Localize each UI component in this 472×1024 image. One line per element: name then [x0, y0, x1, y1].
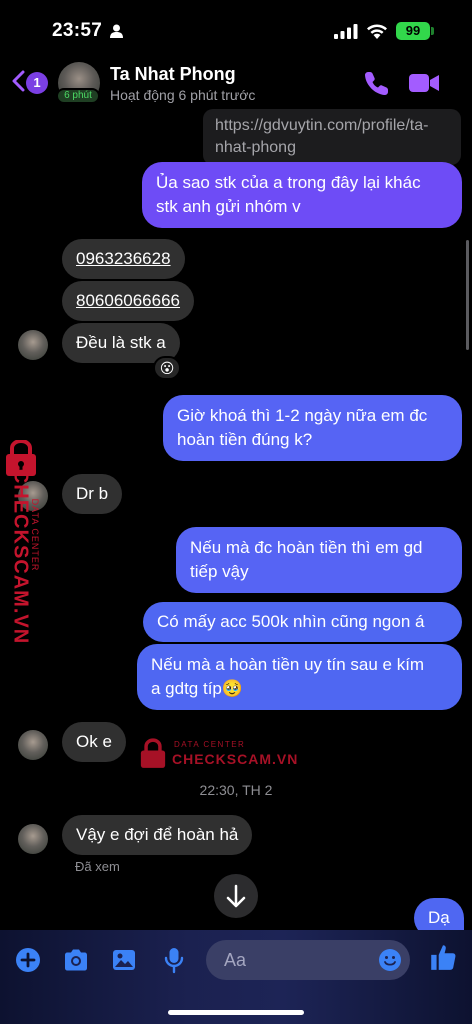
thumbs-up-icon[interactable]	[428, 942, 458, 972]
battery-indicator: 99	[396, 22, 430, 40]
link-line-1: https://gdvuytin.com/profile/ta-	[215, 117, 429, 134]
link-line-2: nhat-phong	[215, 139, 296, 156]
battery-tip	[431, 27, 434, 35]
sender-avatar[interactable]	[18, 730, 48, 760]
watermark-tagline-vertical: DATA CENTER	[30, 498, 40, 572]
message-text: hoàn tiền đúng k?	[177, 430, 313, 449]
message-text: Nếu mà a hoàn tiền uy tín sau e kím	[151, 655, 425, 674]
message-text: Giờ khoá thì 1-2 ngày nữa em đc	[177, 406, 428, 425]
seen-status: Đã xem	[75, 859, 120, 874]
contact-name[interactable]: Ta Nhat Phong	[110, 64, 236, 85]
scrollbar[interactable]	[466, 240, 469, 350]
phone-call-icon[interactable]	[364, 70, 390, 96]
scroll-to-bottom-button[interactable]	[214, 874, 258, 918]
active-time-pill: 6 phút	[56, 88, 100, 104]
watermark-center: DATA CENTER CHECKSCAM.VN	[140, 736, 300, 776]
incoming-message[interactable]: 80606066666	[62, 281, 195, 321]
outgoing-message[interactable]: Có mấy acc 500k nhìn cũng ngon á	[143, 602, 462, 642]
incoming-message[interactable]: 0963236628	[62, 239, 185, 279]
message-text: tiếp vậy	[190, 562, 249, 581]
watermark-tagline: DATA CENTER	[174, 740, 246, 749]
outgoing-message[interactable]: Nếu mà đc hoàn tiền thì em gd tiếp vậy	[176, 527, 462, 593]
status-time: 23:57	[52, 20, 103, 41]
incoming-message[interactable]: Ok e	[62, 722, 126, 762]
message-text: Ủa sao stk của a trong đây lại khác	[156, 173, 421, 192]
reaction-badge[interactable]: 😮	[153, 356, 181, 380]
message-text: Nếu mà đc hoàn tiền thì em gd	[190, 538, 423, 557]
chat-header: 1 6 phút Ta Nhat Phong Hoạt động 6 phút …	[0, 56, 472, 110]
message-composer	[0, 930, 472, 1024]
back-chevron-icon[interactable]	[10, 70, 26, 92]
home-indicator	[168, 1010, 304, 1015]
video-call-icon[interactable]	[408, 70, 440, 96]
incoming-message[interactable]: Vậy e đợi để hoàn hả	[62, 815, 253, 855]
microphone-icon[interactable]	[160, 946, 188, 974]
message-text: a gdtg típ🥹	[151, 679, 244, 698]
message-text: stk anh gửi nhóm v	[156, 197, 301, 216]
emoji-icon[interactable]	[378, 948, 402, 972]
outgoing-message[interactable]: Giờ khoá thì 1-2 ngày nữa em đc hoàn tiề…	[163, 395, 462, 461]
signal-icon	[334, 24, 358, 39]
outgoing-message[interactable]: Nếu mà a hoàn tiền uy tín sau e kím a gd…	[137, 644, 462, 710]
wifi-icon	[367, 24, 387, 39]
watermark-brand: CHECKSCAM.VN	[172, 751, 299, 767]
sender-avatar[interactable]	[18, 824, 48, 854]
unread-badge[interactable]: 1	[26, 72, 48, 94]
arrow-down-icon	[226, 884, 246, 908]
sender-avatar[interactable]	[18, 330, 48, 360]
shared-link-bubble[interactable]: https://gdvuytin.com/profile/ta- nhat-ph…	[203, 109, 461, 165]
photo-gallery-icon[interactable]	[110, 946, 138, 974]
message-timestamp: 22:30, TH 2	[199, 782, 273, 798]
contact-status: Hoạt động 6 phút trước	[110, 87, 256, 103]
outgoing-message[interactable]: Ủa sao stk của a trong đây lại khác stk …	[142, 162, 462, 228]
watermark-brand-vertical: CHECKSCAM.VN	[9, 468, 32, 645]
incoming-message[interactable]: Dr b	[62, 474, 123, 514]
message-input-field[interactable]	[206, 940, 410, 980]
lock-icon	[140, 738, 166, 768]
plus-icon[interactable]	[14, 946, 42, 974]
status-bar: 23:57 99	[0, 0, 472, 56]
camera-icon[interactable]	[62, 946, 90, 974]
person-icon	[110, 24, 123, 38]
